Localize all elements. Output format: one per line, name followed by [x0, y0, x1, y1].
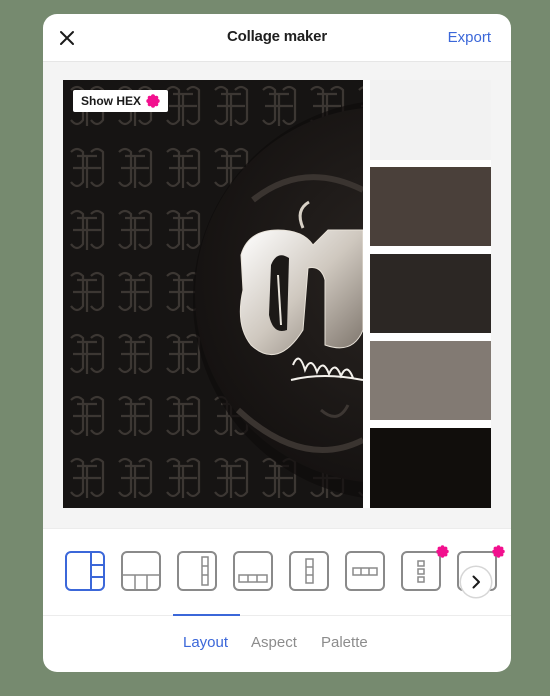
next-layouts-button[interactable]: [461, 567, 491, 597]
show-hex-button[interactable]: Show HEX: [73, 90, 169, 112]
layout-option-two-column-split[interactable]: [65, 551, 105, 591]
palette-swatch-1[interactable]: [370, 80, 491, 160]
tab-palette[interactable]: Palette: [321, 634, 368, 651]
active-tab-indicator: [173, 614, 240, 616]
collage-maker-dialog: Collage maker Export Show HEX Layout Asp…: [43, 14, 511, 672]
collage-canvas-area: Show HEX: [43, 62, 511, 528]
bottom-tabs: Layout Aspect Palette: [43, 614, 511, 672]
chevron-right-icon: [472, 575, 480, 589]
layout-options-bar: [43, 528, 511, 616]
palette-swatch-5[interactable]: [370, 428, 491, 508]
collage-preview: Show HEX: [63, 80, 491, 508]
tab-layout[interactable]: Layout: [183, 634, 228, 651]
layout-option-row-of-three[interactable]: [345, 551, 385, 591]
layout-option-top-with-row[interactable]: [233, 551, 273, 591]
tab-aspect[interactable]: Aspect: [251, 634, 297, 651]
dialog-header: Collage maker Export: [43, 14, 511, 62]
premium-badge-icon: [436, 545, 449, 558]
layout-option-column-of-three[interactable]: [289, 551, 329, 591]
palette-swatch-3[interactable]: [370, 254, 491, 333]
collage-photo[interactable]: Show HEX: [63, 80, 363, 508]
layout-option-top-and-triple-bottom[interactable]: [121, 551, 161, 591]
show-hex-label: Show HEX: [81, 94, 142, 108]
premium-badge-icon: [492, 545, 505, 558]
palette-swatch-4[interactable]: [370, 341, 491, 420]
palette-swatch-2[interactable]: [370, 167, 491, 246]
layout-option-column-of-three-small[interactable]: [401, 551, 441, 591]
dialog-title: Collage maker: [227, 28, 327, 45]
premium-badge-icon: [146, 94, 160, 108]
layout-option-single-with-column[interactable]: [177, 551, 217, 591]
export-button[interactable]: Export: [448, 29, 491, 46]
